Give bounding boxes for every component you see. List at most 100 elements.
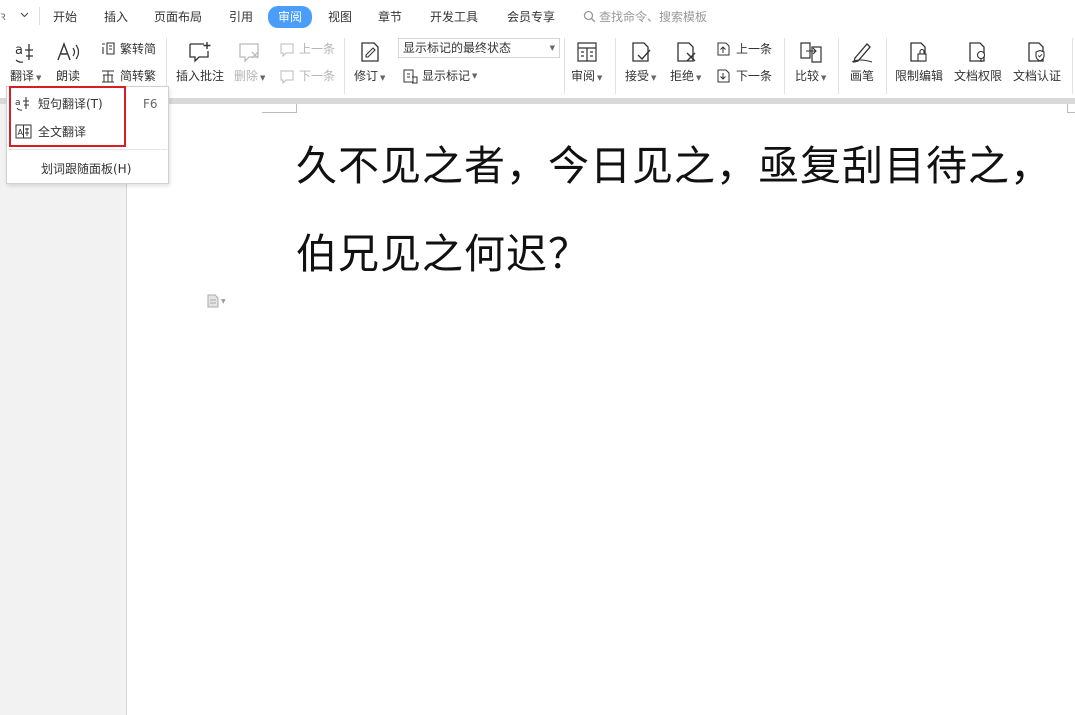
delete-comment-button[interactable]: 删除 ▼ <box>234 40 265 84</box>
tab-view[interactable]: 视图 <box>328 8 352 25</box>
search-box[interactable]: 查找命令、搜索模板 <box>583 8 707 25</box>
prev-comment-button[interactable]: 上一条 <box>279 40 335 57</box>
next-change-label: 下一条 <box>736 69 773 83</box>
ribbon-separator <box>1072 38 1073 94</box>
trad-to-simp-icon <box>102 41 115 55</box>
svg-text:a: a <box>15 43 23 58</box>
tab-insert[interactable]: 插入 <box>104 8 128 25</box>
translate-button[interactable]: a 翻译 ▼ <box>10 40 41 84</box>
paragraph-handle-icon[interactable]: ▼ <box>207 294 226 308</box>
insert-comment-icon <box>189 42 211 63</box>
tab-home[interactable]: 开始 <box>53 8 77 25</box>
markup-state-caret-icon: ▼ <box>549 44 555 52</box>
translate-label-wrap: 翻译 ▼ <box>10 67 41 84</box>
search-icon <box>583 10 596 23</box>
pen-icon <box>851 43 873 63</box>
track-changes-label: 修订 <box>354 69 379 83</box>
ribbon-separator <box>838 38 839 94</box>
ribbon-separator <box>886 38 887 94</box>
tab-sections[interactable]: 章节 <box>378 8 402 25</box>
reject-label-wrap: 拒绝 ▼ <box>670 67 701 84</box>
show-markup-caret-icon: ▼ <box>472 71 478 80</box>
read-aloud-label: 朗读 <box>55 69 80 83</box>
restrict-editing-icon <box>910 42 927 62</box>
quick-access-arrow-icon[interactable]: ꝛ <box>0 7 6 24</box>
red-highlight-box <box>9 86 126 147</box>
compare-label: 比较 <box>795 69 820 83</box>
delete-comment-icon <box>239 43 259 63</box>
document-paragraph[interactable]: 久不见之者，今日见之，亟复刮目待之，伯兄见之何迟？ <box>296 122 1075 298</box>
compare-icon <box>800 42 822 63</box>
review-pane-icon <box>577 42 597 62</box>
doc-permission-label: 文档权限 <box>954 69 1003 83</box>
track-changes-icon <box>361 42 379 62</box>
pen-button[interactable]: 画笔 <box>849 40 875 84</box>
compare-button[interactable]: 比较 ▼ <box>795 40 826 84</box>
track-changes-label-wrap: 修订 ▼ <box>354 67 385 84</box>
accept-label: 接受 <box>625 69 650 83</box>
ribbon-separator <box>564 38 565 94</box>
track-changes-button[interactable]: 修订 ▼ <box>354 40 385 84</box>
simp-to-trad-button[interactable]: 简转繁 <box>100 67 156 84</box>
accept-caret-icon: ▼ <box>651 74 657 82</box>
delete-comment-label: 删除 <box>234 69 259 83</box>
translate-icon: a <box>15 43 33 63</box>
show-markup-icon <box>403 69 418 83</box>
tab-developer[interactable]: 开发工具 <box>430 8 478 25</box>
markup-state-value: 显示标记的最终状态 <box>403 41 512 55</box>
prev-change-button[interactable]: 上一条 <box>716 40 772 57</box>
delete-caret-icon: ▼ <box>260 74 266 82</box>
prev-comment-label: 上一条 <box>299 42 336 56</box>
trad-to-simp-label: 繁转简 <box>120 42 157 56</box>
show-markup-button[interactable]: 显示标记 ▼ <box>402 67 477 84</box>
doc-certify-label: 文档认证 <box>1013 69 1062 83</box>
tab-member[interactable]: 会员专享 <box>507 8 555 25</box>
reject-caret-icon: ▼ <box>696 74 702 82</box>
search-placeholder: 查找命令、搜索模板 <box>599 10 708 24</box>
reject-label: 拒绝 <box>670 69 695 83</box>
markup-state-select[interactable]: 显示标记的最终状态 ▼ <box>398 38 560 58</box>
prev-change-label: 上一条 <box>736 42 773 56</box>
doc-certify-icon <box>1028 42 1045 62</box>
doc-permission-button[interactable]: 文档权限 <box>954 40 1002 84</box>
doc-permission-icon <box>969 42 986 62</box>
menu-item-word-panel[interactable]: 划词跟随面板(H) <box>41 160 131 177</box>
show-markup-label: 显示标记 <box>422 69 471 83</box>
accept-icon <box>632 42 651 62</box>
compare-label-wrap: 比较 ▼ <box>795 67 826 84</box>
review-pane-button[interactable]: 审阅 ▼ <box>571 40 602 84</box>
doc-certify-button[interactable]: 文档认证 <box>1013 40 1061 84</box>
tab-bar-separator <box>39 7 40 25</box>
trad-to-simp-button[interactable]: 繁转简 <box>100 40 156 57</box>
word-panel-label: 划词跟随面板(H) <box>41 162 132 176</box>
ribbon-separator <box>615 38 616 94</box>
short-translate-shortcut: F6 <box>143 96 158 111</box>
restrict-editing-label: 限制编辑 <box>895 69 944 83</box>
translate-label: 翻译 <box>10 69 35 83</box>
insert-comment-button[interactable]: 插入批注 <box>176 40 224 84</box>
prev-change-icon <box>717 42 730 55</box>
page-corner-mark-right <box>1067 104 1075 113</box>
ribbon-separator <box>344 38 345 94</box>
track-changes-caret-icon: ▼ <box>380 74 386 82</box>
translate-caret-icon: ▼ <box>36 74 42 82</box>
read-aloud-button[interactable]: 朗读 <box>55 40 81 84</box>
review-pane-label: 审阅 <box>571 69 596 83</box>
ribbon-separator <box>784 38 785 94</box>
pen-label: 画笔 <box>849 69 874 83</box>
left-gray-margin <box>0 104 127 715</box>
next-comment-button[interactable]: 下一条 <box>279 67 335 84</box>
simp-to-trad-label: 简转繁 <box>120 69 157 83</box>
reject-button[interactable]: 拒绝 ▼ <box>670 40 701 84</box>
next-change-button[interactable]: 下一条 <box>716 67 772 84</box>
accept-button[interactable]: 接受 ▼ <box>625 40 656 84</box>
review-pane-caret-icon: ▼ <box>597 74 603 82</box>
restrict-editing-button[interactable]: 限制编辑 <box>895 40 943 84</box>
tab-review[interactable]: 审阅 <box>268 6 313 28</box>
tab-references[interactable]: 引用 <box>229 8 253 25</box>
quick-access-dropdown-icon[interactable] <box>18 6 31 19</box>
read-aloud-icon <box>57 42 80 61</box>
insert-comment-label: 插入批注 <box>176 69 225 83</box>
next-change-icon <box>717 69 730 82</box>
tab-page-layout[interactable]: 页面布局 <box>154 8 202 25</box>
